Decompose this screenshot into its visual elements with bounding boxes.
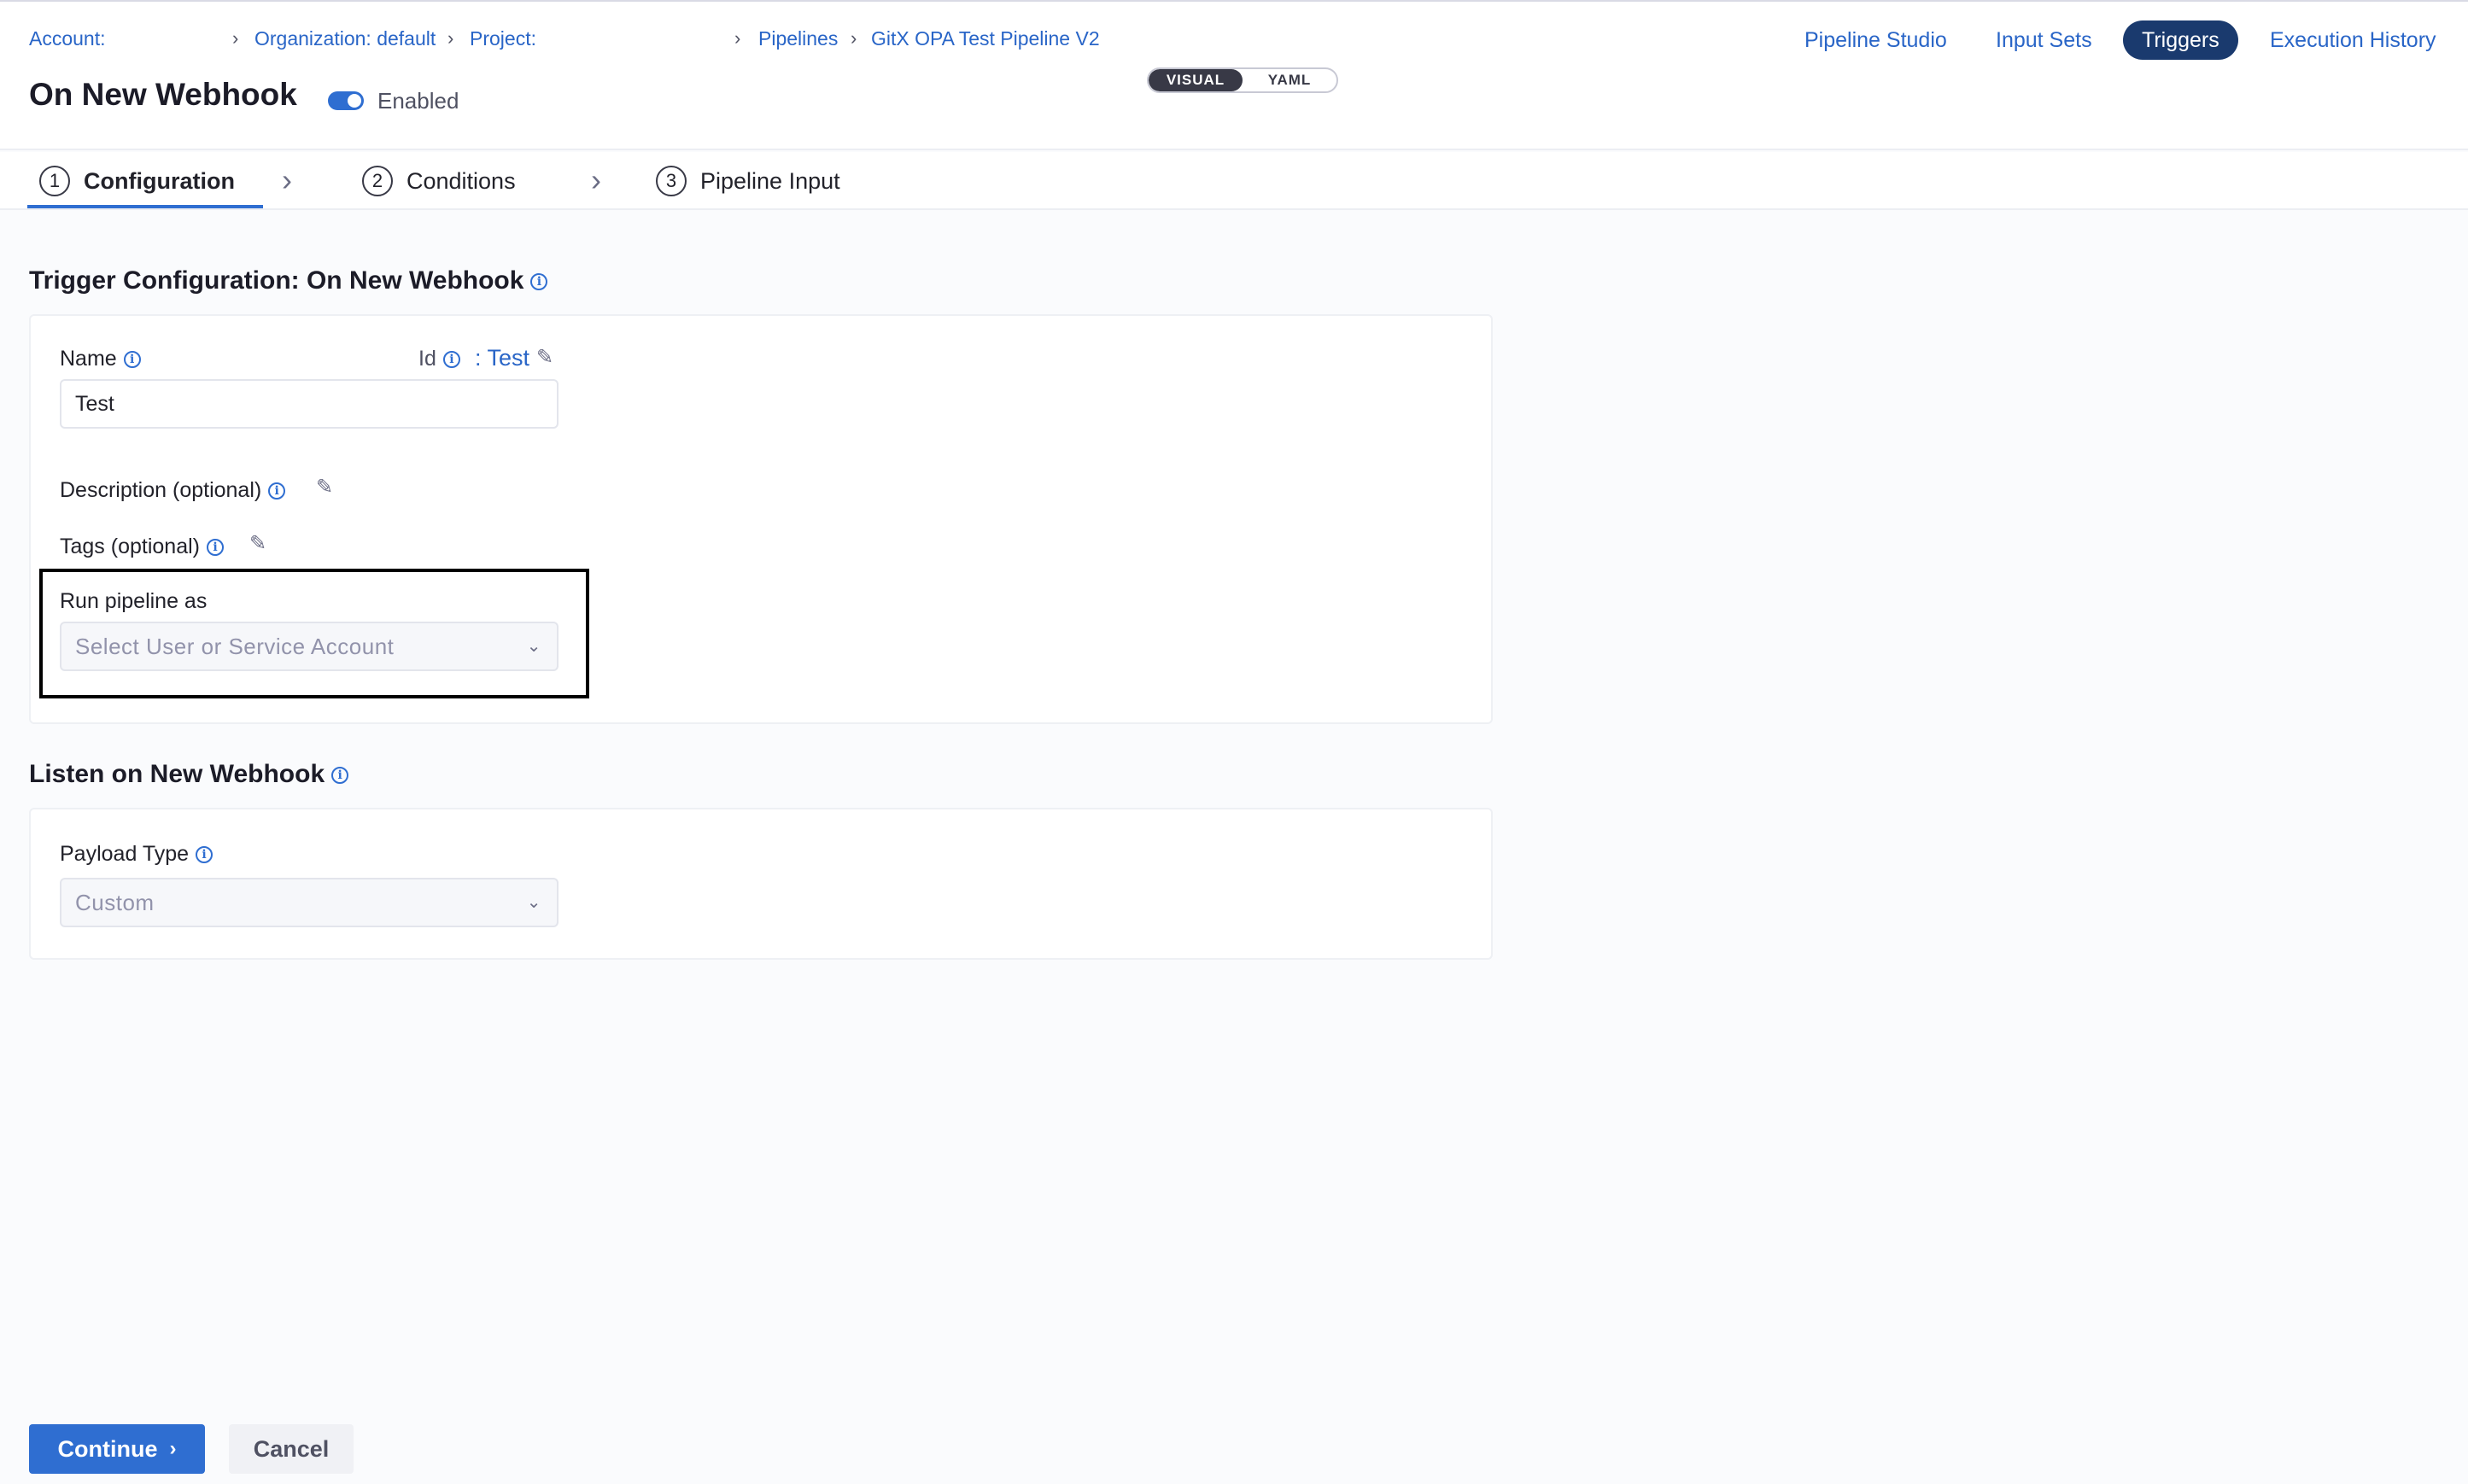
page-title: On New Webhook <box>29 77 297 112</box>
visual-view-button[interactable]: VISUAL <box>1149 69 1243 91</box>
enabled-label: Enabled <box>377 88 459 114</box>
enabled-toggle[interactable] <box>328 91 364 110</box>
tab-label: Configuration <box>84 167 235 194</box>
description-label-text: Description (optional) <box>60 478 262 502</box>
breadcrumb-chevron-icon: › <box>447 27 454 49</box>
tags-label-text: Tags (optional) <box>60 535 200 558</box>
section-title-text: Listen on New Webhook <box>29 760 325 788</box>
description-label: Description (optional) i <box>60 478 286 503</box>
id-value: : Test <box>475 345 530 371</box>
info-icon[interactable]: i <box>123 351 141 369</box>
page-header: Account: › Organization: default › Proje… <box>0 0 2468 150</box>
info-icon[interactable]: i <box>530 273 548 291</box>
wizard-tabs: 1 Configuration 2 Conditions 3 Pipeline … <box>0 152 2468 210</box>
tab-number: 2 <box>362 166 393 196</box>
tab-configuration[interactable]: 1 Configuration <box>39 152 235 210</box>
chevron-right-icon: › <box>169 1437 177 1460</box>
breadcrumb-organization[interactable]: Organization: default <box>254 27 436 50</box>
active-tab-indicator <box>27 205 263 208</box>
pencil-icon[interactable]: ✎ <box>249 531 266 556</box>
breadcrumb-pipeline-name[interactable]: GitX OPA Test Pipeline V2 <box>871 27 1100 50</box>
info-icon[interactable]: i <box>268 482 286 500</box>
continue-label: Continue <box>57 1435 158 1462</box>
tab-label: Conditions <box>406 167 516 194</box>
info-icon[interactable]: i <box>331 767 349 785</box>
pencil-icon[interactable]: ✎ <box>316 475 333 500</box>
name-input[interactable]: Test <box>60 379 559 429</box>
nav-execution-history[interactable]: Execution History <box>2270 20 2436 60</box>
tab-number: 3 <box>656 166 687 196</box>
info-icon[interactable]: i <box>196 846 213 864</box>
section-title-text: Trigger Configuration: On New Webhook <box>29 266 524 295</box>
info-icon[interactable]: i <box>206 539 224 557</box>
payload-type-select[interactable]: Custom ⌄ <box>60 878 559 927</box>
info-icon[interactable]: i <box>442 351 460 369</box>
breadcrumb-chevron-icon: › <box>734 27 741 49</box>
cancel-button[interactable]: Cancel <box>229 1424 354 1474</box>
nav-pipeline-studio[interactable]: Pipeline Studio <box>1804 20 1947 60</box>
id-label: Id i <box>418 347 460 371</box>
chevron-down-icon: ⌄ <box>526 893 541 912</box>
highlight-box <box>39 569 589 698</box>
breadcrumb-chevron-icon: › <box>851 27 857 49</box>
tab-pipeline-input[interactable]: 3 Pipeline Input <box>656 152 840 210</box>
nav-triggers[interactable]: Triggers <box>2123 20 2238 60</box>
yaml-view-button[interactable]: YAML <box>1243 69 1336 91</box>
tab-label: Pipeline Input <box>700 167 840 194</box>
breadcrumb-chevron-icon: › <box>232 27 239 49</box>
breadcrumb-project[interactable]: Project: <box>470 27 536 50</box>
listen-webhook-title: Listen on New Webhook i <box>29 760 349 789</box>
payload-type-label: Payload Type i <box>60 842 213 867</box>
name-label-text: Name <box>60 347 117 371</box>
payload-type-label-text: Payload Type <box>60 842 190 866</box>
webhook-card: Payload Type i Custom ⌄ <box>29 808 1493 960</box>
chevron-right-icon: › <box>591 162 601 197</box>
tab-conditions[interactable]: 2 Conditions <box>362 152 516 210</box>
breadcrumb-account[interactable]: Account: <box>29 27 106 50</box>
nav-input-sets[interactable]: Input Sets <box>1996 20 2092 60</box>
trigger-configuration-title: Trigger Configuration: On New Webhook i <box>29 266 548 295</box>
continue-button[interactable]: Continue › <box>29 1424 205 1474</box>
id-label-text: Id <box>418 347 436 371</box>
tags-label: Tags (optional) i <box>60 535 224 559</box>
payload-type-value: Custom <box>75 890 155 915</box>
tab-number: 1 <box>39 166 70 196</box>
name-label: Name i <box>60 347 141 371</box>
view-mode-toggle: VISUAL YAML <box>1147 67 1338 93</box>
breadcrumb-pipelines[interactable]: Pipelines <box>758 27 838 50</box>
chevron-right-icon: › <box>282 162 292 197</box>
pencil-icon[interactable]: ✎ <box>536 345 553 370</box>
